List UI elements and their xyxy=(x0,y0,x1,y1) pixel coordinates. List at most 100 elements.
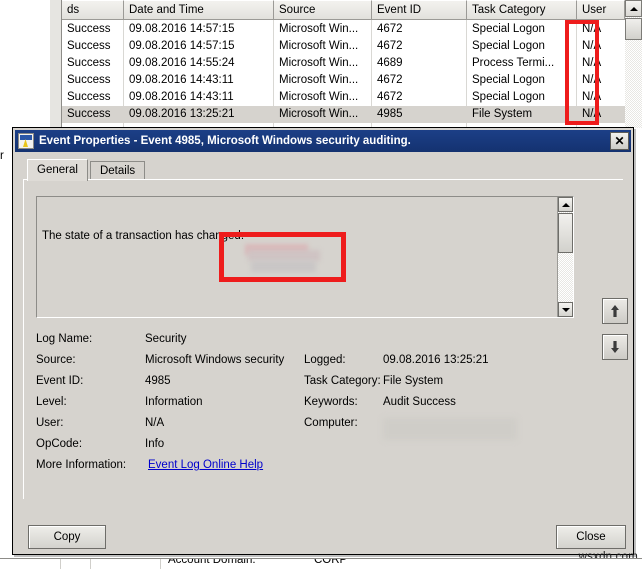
cell-keywords: Success xyxy=(62,38,124,55)
cell-source: Microsoft Win... xyxy=(274,21,372,38)
cell-event-id: 4985 xyxy=(372,106,467,123)
value-log-name: Security xyxy=(145,333,187,345)
dialog-tabstrip[interactable]: General Details xyxy=(27,160,144,180)
cell-task-category: Process Termi... xyxy=(467,55,577,72)
tab-details[interactable]: Details xyxy=(90,161,145,181)
redacted-account-name-blur xyxy=(251,261,316,272)
cell-event-id: 4672 xyxy=(372,72,467,89)
cell-user: N/A xyxy=(577,106,625,123)
cell-datetime: 09.08.2016 14:57:15 xyxy=(124,21,274,38)
column-header-task-category[interactable]: Task Category xyxy=(467,0,577,19)
dialog-titlebar[interactable]: Event Properties - Event 4985, Microsoft… xyxy=(15,130,631,152)
value-opcode: Info xyxy=(145,438,164,450)
value-event-id: 4985 xyxy=(145,375,171,387)
event-log-list[interactable]: ds Date and Time Source Event ID Task Ca… xyxy=(62,0,642,128)
cell-source: Microsoft Win... xyxy=(274,106,372,123)
cell-event-id: 4672 xyxy=(372,89,467,106)
cell-keywords: Success xyxy=(62,72,124,89)
cell-datetime: 09.08.2016 14:57:15 xyxy=(124,38,274,55)
value-task-category: File System xyxy=(383,375,443,387)
cell-keywords: Success xyxy=(62,106,124,123)
label-more-information: More Information: xyxy=(36,459,126,471)
cell-keywords: Success xyxy=(62,55,124,72)
label-task-category: Task Category: xyxy=(304,375,381,387)
cell-task-category: Special Logon xyxy=(467,72,577,89)
cell-user: N/A xyxy=(577,38,625,55)
column-header-user[interactable]: User xyxy=(577,0,625,19)
previous-event-button[interactable] xyxy=(602,298,628,324)
cell-task-category: Special Logon xyxy=(467,21,577,38)
cell-event-id: 4689 xyxy=(372,55,467,72)
label-log-name: Log Name: xyxy=(36,333,92,345)
label-opcode: OpCode: xyxy=(36,438,82,450)
triangle-up-icon xyxy=(562,203,570,207)
column-header-keywords[interactable]: ds xyxy=(62,0,124,19)
column-header-event-id[interactable]: Event ID xyxy=(372,0,467,19)
value-user: N/A xyxy=(145,417,164,429)
scrollbar-thumb[interactable] xyxy=(625,18,642,40)
cell-event-id: 4672 xyxy=(372,21,467,38)
background-window-sliver: Account Domain: CORP xyxy=(0,558,642,569)
label-logged: Logged: xyxy=(304,354,346,366)
label-event-id: Event ID: xyxy=(36,375,83,387)
cell-source: Microsoft Win... xyxy=(274,38,372,55)
label-keywords: Keywords: xyxy=(304,396,358,408)
scroll-up-button[interactable] xyxy=(558,197,573,212)
table-row[interactable]: Success 09.08.2016 14:43:11 Microsoft Wi… xyxy=(62,89,642,106)
cell-datetime: 09.08.2016 13:25:21 xyxy=(124,106,274,123)
redacted-account-blur xyxy=(248,250,320,261)
cell-event-id: 4672 xyxy=(372,38,467,55)
cell-task-category: File System xyxy=(467,106,577,123)
redacted-computer-blur xyxy=(383,418,517,440)
cell-user: N/A xyxy=(577,72,625,89)
table-row[interactable]: Success 09.08.2016 14:57:15 Microsoft Wi… xyxy=(62,21,642,38)
table-row[interactable]: Success 09.08.2016 14:43:11 Microsoft Wi… xyxy=(62,72,642,89)
label-computer: Computer: xyxy=(304,417,358,429)
cell-user: N/A xyxy=(577,89,625,106)
scrollbar-thumb[interactable] xyxy=(558,213,573,253)
cell-source: Microsoft Win... xyxy=(274,72,372,89)
description-scrollbar[interactable] xyxy=(557,197,573,317)
description-line-1: The state of a transaction has changed. xyxy=(42,229,542,244)
close-icon[interactable]: ✕ xyxy=(610,132,629,150)
column-header-source[interactable]: Source xyxy=(274,0,372,19)
arrow-down-icon xyxy=(611,341,619,353)
event-list-header: ds Date and Time Source Event ID Task Ca… xyxy=(62,0,642,20)
cell-task-category: Special Logon xyxy=(467,38,577,55)
cell-datetime: 09.08.2016 14:43:11 xyxy=(124,72,274,89)
sliver-text-corp: CORP xyxy=(314,558,347,566)
event-list-scrollbar[interactable] xyxy=(625,0,642,128)
event-properties-dialog: Event Properties - Event 4985, Microsoft… xyxy=(12,127,634,555)
label-source: Source: xyxy=(36,354,76,366)
close-button[interactable]: Close xyxy=(556,525,626,549)
triangle-up-icon xyxy=(630,7,638,11)
cell-user: N/A xyxy=(577,21,625,38)
copy-button[interactable]: Copy xyxy=(28,525,106,549)
dialog-title: Event Properties - Event 4985, Microsoft… xyxy=(39,135,610,147)
event-log-online-help-link[interactable]: Event Log Online Help xyxy=(148,459,263,471)
value-level: Information xyxy=(145,396,203,408)
cell-task-category: Special Logon xyxy=(467,89,577,106)
left-edge-partial-text: r xyxy=(0,150,4,162)
label-user: User: xyxy=(36,417,63,429)
description-subject-label: Subject: xyxy=(42,316,542,318)
tab-general[interactable]: General xyxy=(27,159,88,181)
event-properties-icon xyxy=(18,133,34,149)
column-header-date-and-time[interactable]: Date and Time xyxy=(124,0,274,19)
table-row[interactable]: Success 09.08.2016 14:57:15 Microsoft Wi… xyxy=(62,38,642,55)
next-event-button[interactable] xyxy=(602,334,628,360)
table-row[interactable]: Success 09.08.2016 14:55:24 Microsoft Wi… xyxy=(62,55,642,72)
table-row[interactable]: Success 09.08.2016 13:25:21 Microsoft Wi… xyxy=(62,106,642,123)
cell-datetime: 09.08.2016 14:43:11 xyxy=(124,89,274,106)
cell-datetime: 09.08.2016 14:55:24 xyxy=(124,55,274,72)
triangle-down-icon xyxy=(562,308,570,312)
value-logged: 09.08.2016 13:25:21 xyxy=(383,354,489,366)
adjacent-pane-sliver xyxy=(50,0,62,128)
value-keywords: Audit Success xyxy=(383,396,456,408)
value-source: Microsoft Windows security xyxy=(145,354,284,366)
cell-user: N/A xyxy=(577,55,625,72)
sliver-text-account-domain: Account Domain: xyxy=(168,558,256,566)
cell-keywords: Success xyxy=(62,89,124,106)
scroll-up-button[interactable] xyxy=(625,0,642,17)
scroll-down-button[interactable] xyxy=(558,302,573,317)
